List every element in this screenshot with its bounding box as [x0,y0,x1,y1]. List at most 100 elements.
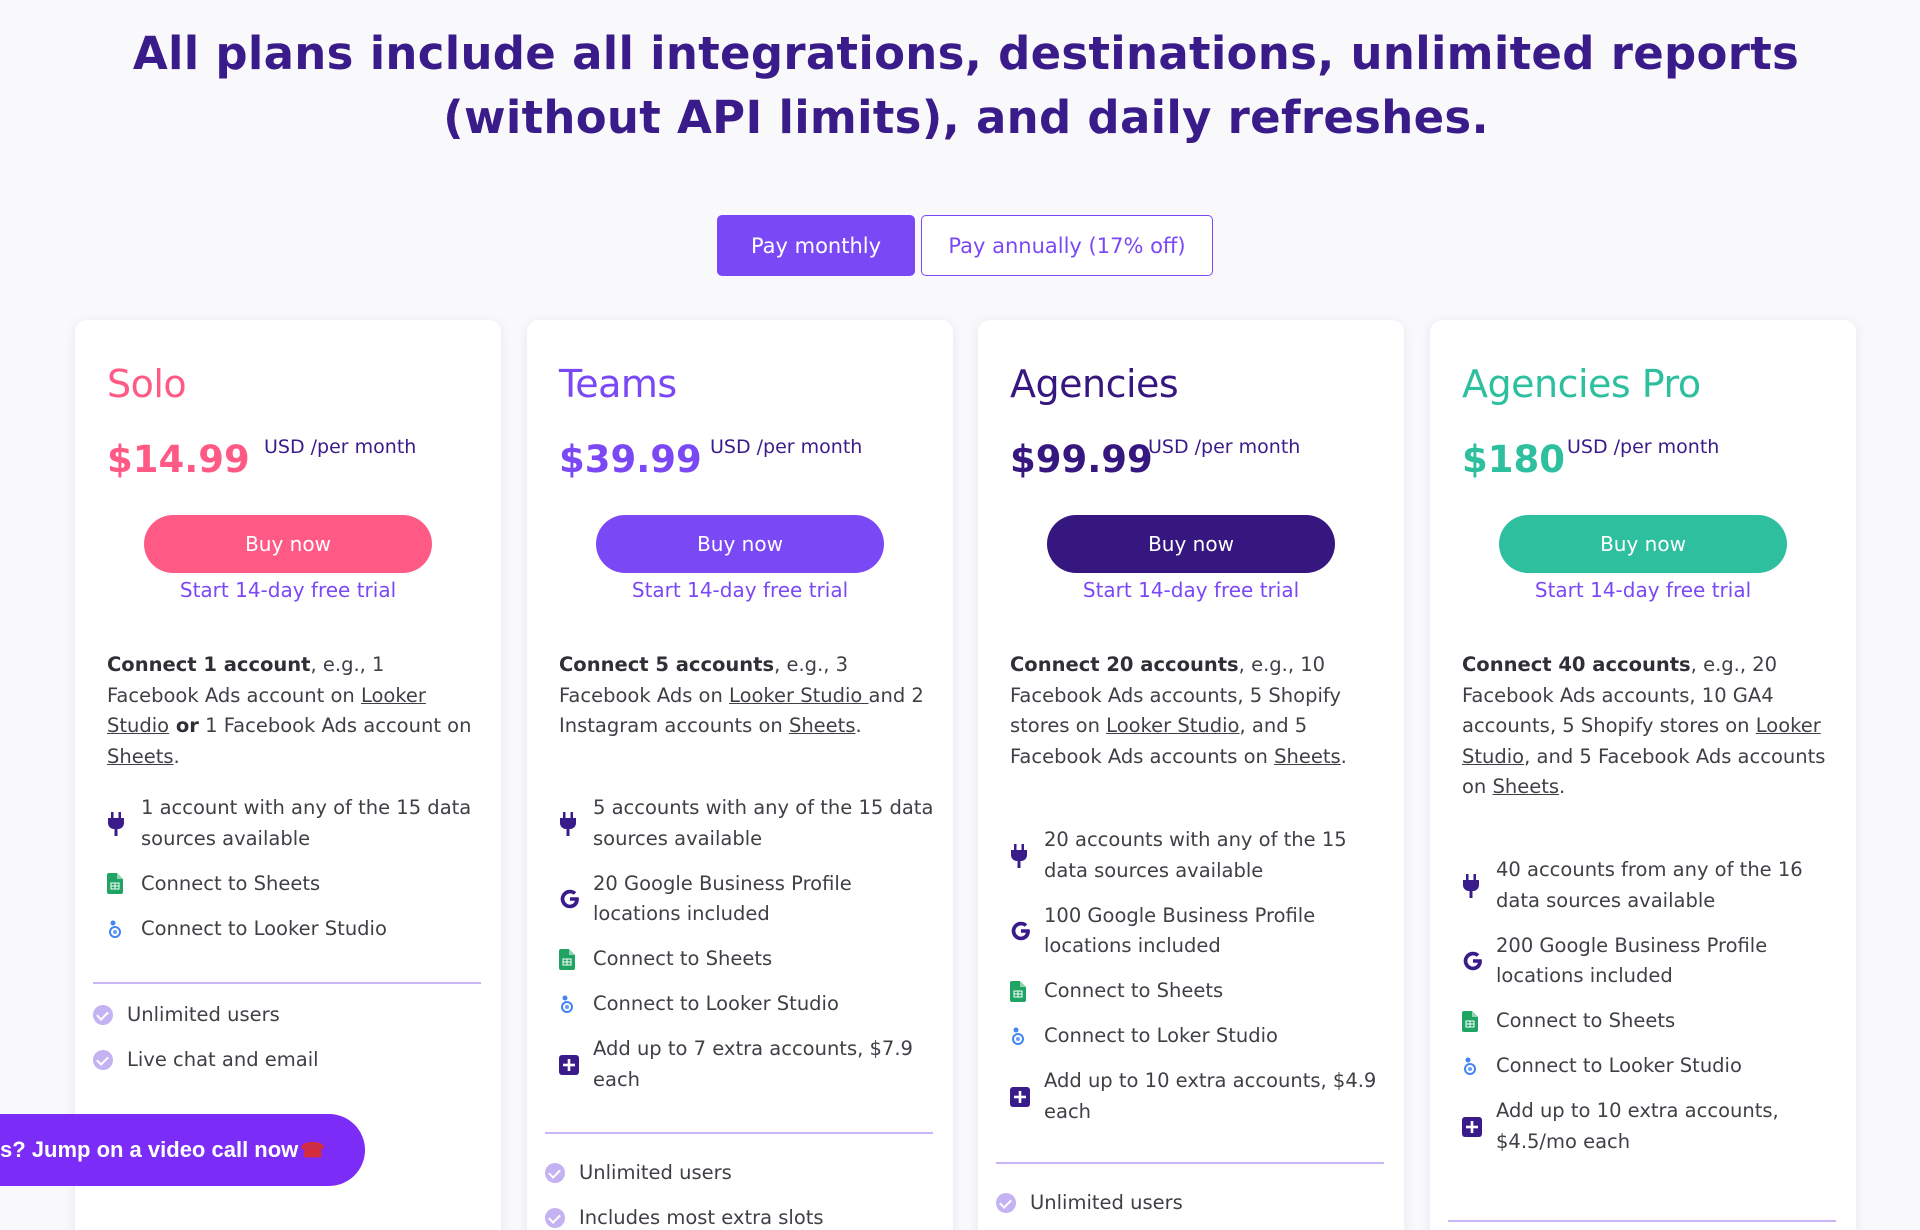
google-icon [1462,950,1496,972]
feature-list: 40 accounts from any of the 16 data sour… [1462,855,1837,1172]
plug-icon [1010,843,1044,869]
page-headline: All plans include all integrations, dest… [0,22,1920,150]
looker-studio-icon [559,994,593,1014]
buy-now-button[interactable]: Buy now [1047,515,1335,573]
feature-item: Connect to Looker Studio [1462,1051,1837,1082]
plan-price: $14.99 [107,438,250,481]
feature-text: 5 accounts with any of the 15 data sourc… [593,796,934,850]
check-circle-icon [545,1162,565,1183]
accounts-count: Connect 5 accounts [559,653,775,676]
free-trial-link[interactable]: Start 14-day free trial [978,578,1404,602]
feature-text: Connect to Looker Studio [141,916,387,940]
feature-list: 1 account with any of the 15 data source… [107,793,482,959]
feature-item: 20 Google Business Profile locations inc… [559,869,934,930]
extra-text: Unlimited users [579,1161,732,1184]
accounts-count: Connect 40 accounts [1462,653,1691,676]
extra-text: Includes most extra slots [579,1206,824,1229]
description-end: . [173,744,180,768]
extras-list: Unlimited users Includes most extra slots [545,1150,935,1230]
plan-price: $39.99 [559,438,702,481]
section-divider [996,1162,1384,1164]
feature-item: 5 accounts with any of the 15 data sourc… [559,793,934,854]
plan-price: $99.99 [1010,438,1153,481]
extra-text: Unlimited users [127,1003,280,1026]
or-text: or [169,714,199,737]
extra-text: Unlimited users [1030,1191,1183,1214]
extra-item: Unlimited users [545,1150,935,1195]
section-divider [1448,1220,1836,1222]
looker-studio-icon [1010,1026,1044,1046]
sheets-link[interactable]: Sheets [1274,745,1341,768]
sheets-icon [1010,980,1044,1002]
extras-list: Unlimited users Live chat and email [93,992,483,1082]
feature-item: Add up to 10 extra accounts, $4.9 each [1010,1066,1385,1127]
price-unit: USD /per month [1567,436,1720,458]
free-trial-link[interactable]: Start 14-day free trial [75,578,501,602]
buy-now-button[interactable]: Buy now [596,515,884,573]
buy-now-button[interactable]: Buy now [1499,515,1787,573]
feature-item: Connect to Looker Studio [107,914,482,945]
plan-name: Agencies [1010,362,1179,406]
plan-card-agencies-pro: Agencies Pro $180 USD /per month Buy now Sta… [1430,320,1856,1230]
plus-square-icon [1462,1116,1496,1137]
feature-item: 100 Google Business Profile locations in… [1010,901,1385,962]
check-circle-icon [93,1004,113,1025]
price-unit: USD /per month [264,436,417,458]
plan-name: Solo [107,362,187,406]
feature-text: 20 Google Business Profile locations inc… [593,871,852,926]
free-trial-link[interactable]: Start 14-day free trial [527,578,953,602]
plus-square-icon [559,1054,593,1075]
feature-item: Connect to Sheets [559,944,934,975]
description-end: . [855,714,862,737]
pay-monthly-button[interactable]: Pay monthly [717,215,915,276]
looker-studio-icon [1462,1056,1496,1076]
feature-text: 1 account with any of the 15 data source… [141,796,472,850]
price-unit: USD /per month [710,436,863,458]
plan-name: Agencies Pro [1462,362,1701,406]
feature-text: 200 Google Business Profile locations in… [1496,933,1768,988]
plug-icon [1462,873,1496,899]
plan-description: Connect 5 accounts, e.g., 3 Facebook Ads… [559,650,929,742]
plan-card-teams: Teams $39.99 USD /per month Buy now Start 14… [527,320,953,1230]
looker-studio-icon [107,919,141,939]
plan-description: Connect 20 accounts, e.g., 10 Facebook A… [1010,650,1380,772]
feature-text: Connect to Sheets [593,947,773,970]
video-call-chat-button[interactable]: s? Jump on a video call now ☎ [0,1114,365,1186]
sheets-icon [559,948,593,970]
feature-list: 5 accounts with any of the 15 data sourc… [559,793,934,1110]
accounts-count: Connect 1 account [107,653,311,676]
feature-item: 200 Google Business Profile locations in… [1462,931,1837,992]
feature-text: Add up to 7 extra accounts, $7.9 each [593,1037,913,1091]
plug-icon [559,811,593,837]
feature-item: 1 account with any of the 15 data source… [107,793,482,854]
plan-card-agencies: Agencies $99.99 USD /per month Buy now Start… [978,320,1404,1230]
feature-item: Add up to 7 extra accounts, $7.9 each [559,1034,934,1095]
plan-description: Connect 1 account, e.g., 1 Facebook Ads … [107,650,477,772]
feature-item: Add up to 10 extra accounts, $4.5/mo eac… [1462,1096,1837,1157]
feature-text: 40 accounts from any of the 16 data sour… [1496,858,1803,912]
feature-text: Connect to Looker Studio [593,992,839,1015]
plus-square-icon [1010,1086,1044,1107]
feature-text: Add up to 10 extra accounts, $4.5/mo eac… [1496,1099,1779,1153]
feature-item: 20 accounts with any of the 15 data sour… [1010,825,1385,886]
feature-text: Connect to Sheets [1044,979,1224,1002]
feature-item: 40 accounts from any of the 16 data sour… [1462,855,1837,916]
feature-text: Connect to Sheets [141,871,321,895]
sheets-link[interactable]: Sheets [789,714,856,737]
feature-item: Connect to Sheets [1462,1006,1837,1037]
sheets-link[interactable]: Sheets [107,745,174,768]
description-end: . [1559,775,1566,798]
buy-now-button[interactable]: Buy now [144,515,432,573]
price-unit: USD /per month [1148,436,1301,458]
looker-studio-link[interactable]: Looker Studio [729,684,869,707]
free-trial-link[interactable]: Start 14-day free trial [1430,578,1856,602]
feature-text: Connect to Sheets [1496,1009,1676,1032]
extra-item: Unlimited users [996,1180,1386,1225]
plan-price: $180 [1462,438,1565,481]
sheets-link[interactable]: Sheets [1493,775,1560,798]
looker-studio-link[interactable]: Looker Studio [1106,714,1239,737]
section-divider [545,1132,933,1134]
pay-annually-button[interactable]: Pay annually (17% off) [921,215,1213,276]
feature-text: 20 accounts with any of the 15 data sour… [1044,828,1347,882]
billing-toggle: Pay monthly Pay annually (17% off) [717,215,1213,276]
